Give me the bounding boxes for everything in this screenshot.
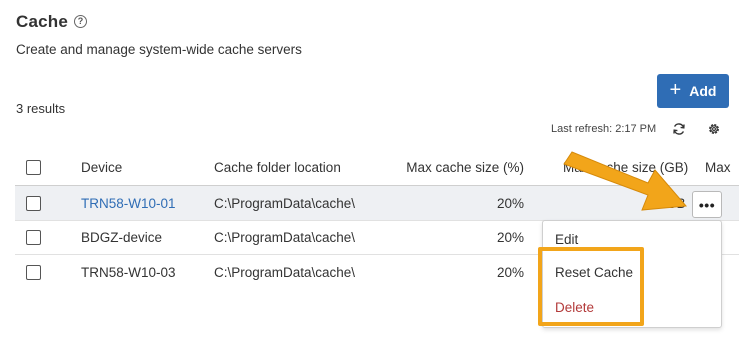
help-icon[interactable]: ?	[74, 15, 87, 28]
row-checkbox[interactable]	[26, 264, 41, 280]
table-header: Device Cache folder location Max cache s…	[15, 150, 739, 186]
row-actions-menu: Edit Reset Cache Delete	[542, 220, 722, 328]
plus-icon: +	[669, 79, 682, 101]
column-header-max-extra[interactable]: Max	[705, 150, 731, 185]
row-checkbox[interactable]	[26, 195, 41, 211]
max-cache-pct: 20%	[496, 264, 524, 280]
row-actions-button[interactable]: •••	[692, 191, 722, 218]
max-cache-pct: 20%	[496, 230, 524, 245]
settings-icon[interactable]	[707, 122, 721, 136]
refresh-icon[interactable]	[672, 122, 686, 136]
column-header-location[interactable]: Cache folder location	[214, 150, 341, 185]
menu-item-delete[interactable]: Delete	[555, 300, 594, 315]
table-row[interactable]: TRN58-W10-01 C:\ProgramData\cache\ 20% G…	[15, 186, 739, 221]
add-button[interactable]: + Add	[657, 74, 729, 108]
max-cache-pct: 20%	[496, 195, 524, 211]
results-count: 3 results	[16, 101, 66, 116]
row-select-cell	[26, 221, 41, 254]
select-all-cell	[26, 150, 41, 185]
menu-item-reset-cache[interactable]: Reset Cache	[555, 265, 633, 280]
column-header-max-pct[interactable]: Max cache size (%)	[385, 150, 524, 185]
cache-location: C:\ProgramData\cache\	[214, 195, 356, 211]
cache-location: C:\ProgramData\cache\	[214, 264, 356, 280]
select-all-checkbox[interactable]	[26, 160, 41, 175]
page-subtitle: Create and manage system-wide cache serv…	[16, 42, 302, 57]
device-link[interactable]: TRN58-W10-01	[81, 186, 176, 220]
row-select-cell	[26, 186, 41, 220]
row-checkbox[interactable]	[26, 230, 41, 245]
menu-item-edit[interactable]: Edit	[555, 232, 578, 247]
add-button-label: Add	[689, 83, 717, 99]
column-header-device[interactable]: Device	[81, 150, 122, 185]
device-name: BDGZ-device	[81, 230, 163, 245]
page-title: Cache	[16, 12, 69, 31]
cache-location: C:\ProgramData\cache\	[214, 230, 356, 245]
last-refresh-label: Last refresh: 2:17 PM	[551, 123, 657, 135]
row-select-cell	[26, 255, 41, 289]
column-header-max-gb[interactable]: Max cache size (GB)	[563, 150, 688, 185]
device-name: TRN58-W10-03	[81, 264, 176, 280]
max-cache-gb: GB	[666, 195, 686, 211]
